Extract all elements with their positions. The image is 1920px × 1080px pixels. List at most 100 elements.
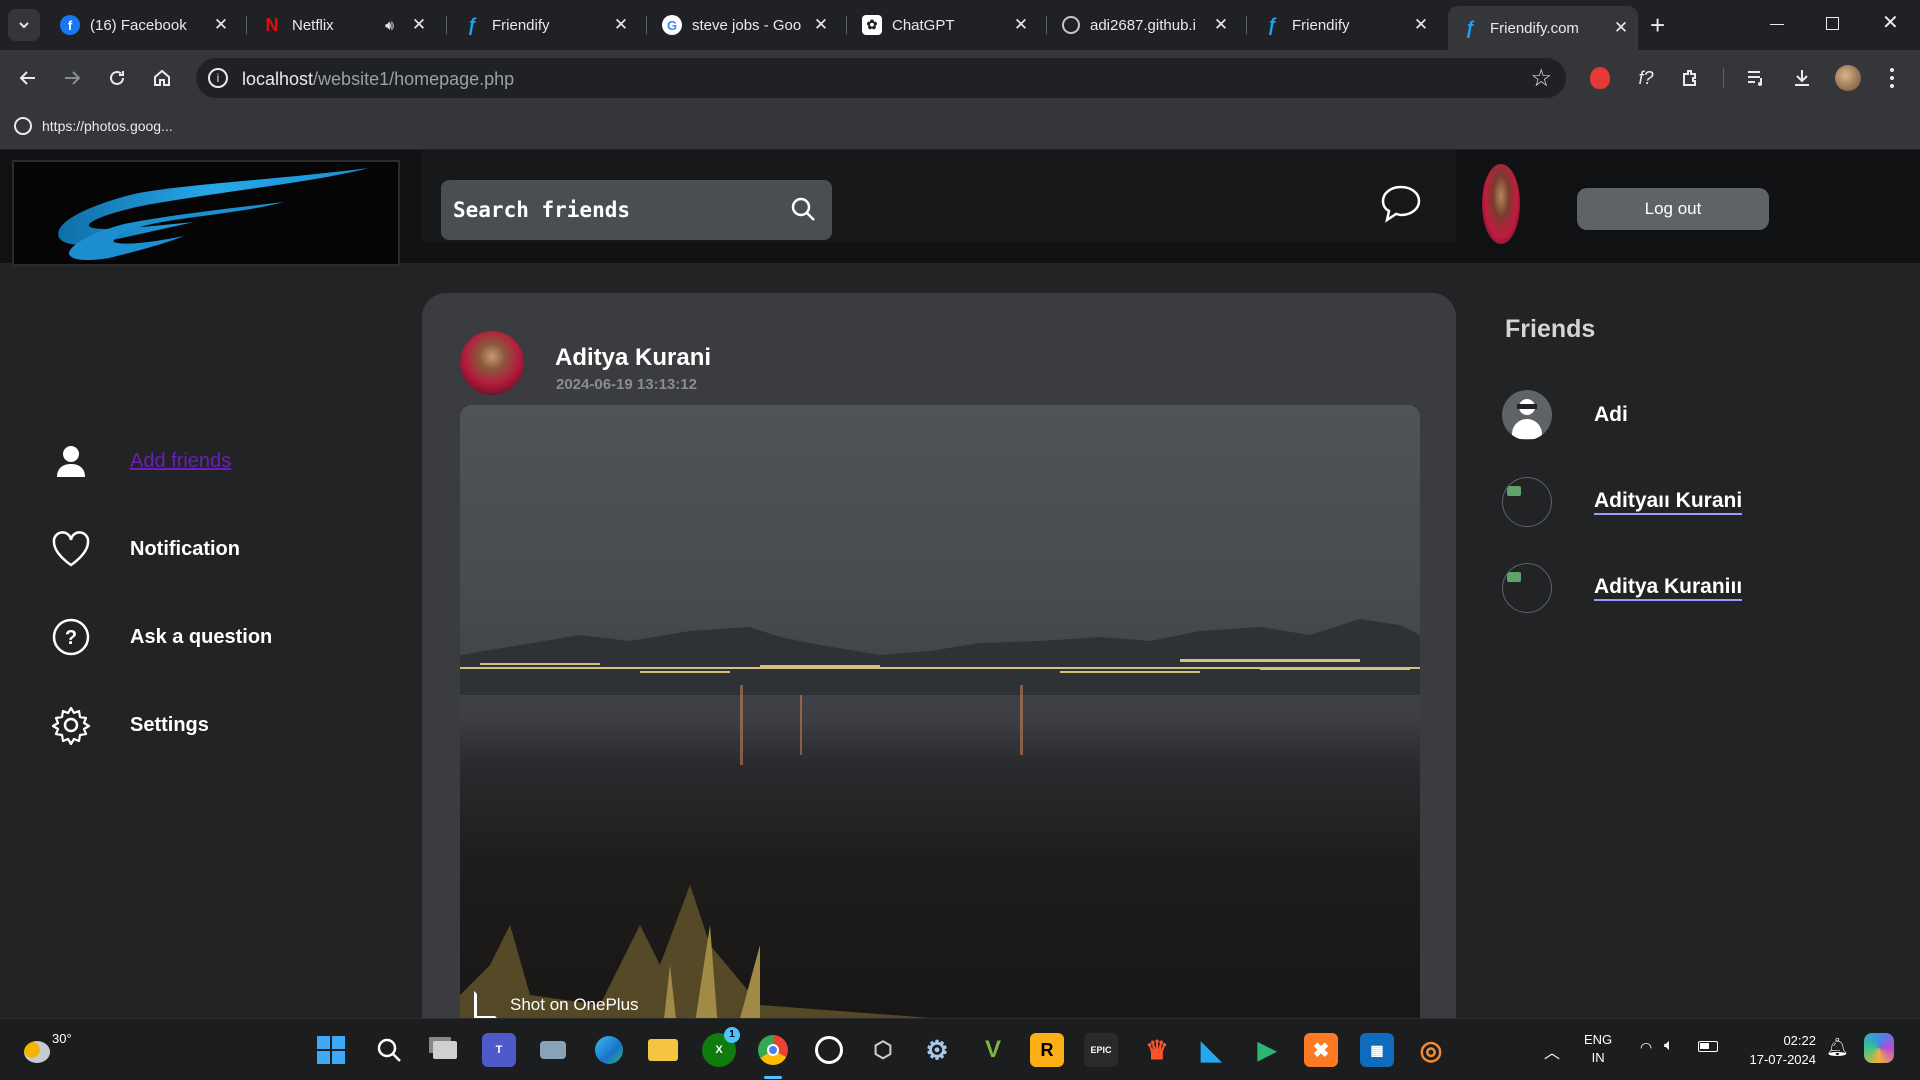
close-tab-icon[interactable]: ✕: [210, 15, 232, 35]
clock[interactable]: 02:22 17-07-2024: [1736, 1031, 1817, 1069]
forward-button[interactable]: [56, 62, 88, 94]
language-indicator[interactable]: ENG IN: [1584, 1031, 1612, 1067]
browser-tab-strip: f (16) Facebook ✕ N Netflix 🔊︎ ✕ ƒ Frien…: [0, 0, 1920, 50]
close-tab-icon[interactable]: ✕: [1210, 15, 1232, 35]
logout-button[interactable]: Log out: [1577, 188, 1769, 230]
person-icon: [50, 440, 92, 482]
sidebar-item-add-friends[interactable]: Add friends: [50, 440, 231, 482]
xbox-icon[interactable]: X 1: [702, 1027, 740, 1067]
tab-friendify[interactable]: ƒ Friendify ✕: [450, 8, 638, 42]
start-button[interactable]: [314, 1033, 348, 1067]
tab-friendify-active[interactable]: ƒ Friendify.com ✕: [1448, 6, 1638, 50]
friend-item-aditya-kurani-ii[interactable]: Aditya Kuraniıı: [1502, 563, 1743, 613]
sidebar-item-settings[interactable]: Settings: [50, 704, 209, 746]
page-content: Search friends Log out Add friends Notif…: [0, 150, 1920, 1018]
minimize-button[interactable]: [1770, 12, 1786, 32]
battery-icon[interactable]: [1698, 1041, 1718, 1052]
speaker-icon[interactable]: 🔊︎: [385, 17, 394, 34]
new-tab-button[interactable]: +: [1650, 10, 1665, 41]
tab-google[interactable]: G steve jobs - Goo ✕: [650, 8, 838, 42]
extensions-puzzle-icon[interactable]: [1674, 62, 1706, 94]
camera-icon[interactable]: [536, 1033, 570, 1067]
oneplus-logo-icon: [474, 991, 498, 1018]
tab-github[interactable]: adi2687.github.i ✕: [1050, 8, 1238, 42]
friend-name[interactable]: Aditya Kuraniıı: [1594, 575, 1743, 601]
friendify-logo[interactable]: [12, 160, 400, 266]
media-control-icon[interactable]: [1740, 62, 1772, 94]
extension-function-icon[interactable]: f?: [1630, 62, 1662, 94]
gear-icon: [50, 704, 92, 746]
friend-item-aditya-ii-kurani[interactable]: Adityaıı Kurani: [1502, 477, 1743, 527]
xbox-badge: 1: [724, 1027, 740, 1043]
teams-icon[interactable]: T: [482, 1033, 516, 1067]
sidebar-item-notification[interactable]: Notification: [50, 528, 240, 570]
url-text: localhost/website1/homepage.php: [242, 69, 515, 89]
edge-icon[interactable]: [592, 1033, 626, 1067]
friend-name[interactable]: Adityaıı Kurani: [1594, 489, 1743, 515]
wifi-icon[interactable]: ◠: [1640, 1039, 1652, 1056]
chrome-icon[interactable]: [756, 1033, 790, 1067]
tab-chatgpt[interactable]: ✿ ChatGPT ✕: [850, 8, 1038, 42]
windows-taskbar: 30° T X 1 ⬡ ⚙ V R EPIC ♛ ◣ ▶ ✖ ▦ ◎ ︿ ENG…: [0, 1018, 1920, 1080]
file-explorer-icon[interactable]: [646, 1033, 680, 1067]
close-tab-icon[interactable]: ✕: [408, 15, 430, 35]
unity-icon[interactable]: ⬡: [866, 1033, 900, 1067]
download-icon[interactable]: [1786, 62, 1818, 94]
settings-gear-icon[interactable]: ⚙: [920, 1033, 954, 1067]
bookmark-photos[interactable]: https://photos.goog...: [14, 117, 173, 135]
tab-friendify-2[interactable]: ƒ Friendify ✕: [1250, 8, 1438, 42]
site-info-icon[interactable]: i: [208, 68, 228, 88]
friend-name[interactable]: Adi: [1594, 403, 1628, 427]
post-author-avatar[interactable]: [460, 331, 524, 395]
brave-icon[interactable]: ♛: [1140, 1033, 1174, 1067]
sync-icon[interactable]: ◎: [1414, 1033, 1448, 1067]
calendar-icon[interactable]: ▦: [1360, 1033, 1394, 1067]
epic-games-icon[interactable]: EPIC: [1084, 1033, 1118, 1067]
friend-avatar: [1502, 390, 1552, 440]
browser-menu-icon[interactable]: [1876, 62, 1908, 94]
tab-facebook[interactable]: f (16) Facebook ✕: [48, 8, 238, 42]
chat-bubble-icon[interactable]: [1380, 184, 1422, 224]
vscode-icon[interactable]: ◣: [1194, 1033, 1228, 1067]
tab-netflix[interactable]: N Netflix 🔊︎ ✕: [250, 8, 436, 42]
profile-avatar[interactable]: [1832, 62, 1864, 94]
close-tab-icon[interactable]: ✕: [1010, 15, 1032, 35]
restore-button[interactable]: [1826, 17, 1839, 30]
heart-icon: [50, 528, 92, 570]
post-timestamp: 2024-06-19 13:13:12: [556, 376, 697, 393]
close-tab-icon[interactable]: ✕: [1610, 18, 1632, 38]
task-view-icon[interactable]: [428, 1033, 462, 1067]
bookmark-star-icon[interactable]: ☆: [1530, 64, 1552, 93]
play-games-icon[interactable]: ▶: [1250, 1033, 1284, 1067]
copilot-icon[interactable]: [1864, 1033, 1894, 1063]
friend-item-adi[interactable]: Adi: [1502, 390, 1628, 440]
search-friends-input[interactable]: Search friends: [441, 180, 832, 240]
whatsapp-icon[interactable]: [812, 1033, 846, 1067]
reload-button[interactable]: [101, 62, 133, 94]
close-window-button[interactable]: ✕: [1882, 10, 1899, 35]
notification-bell-icon[interactable]: 🔔︎: [1826, 1037, 1849, 1058]
close-tab-icon[interactable]: ✕: [810, 15, 832, 35]
weather-widget[interactable]: 30°: [24, 1031, 72, 1063]
close-tab-icon[interactable]: ✕: [610, 15, 632, 35]
vectorworks-icon[interactable]: V: [976, 1033, 1010, 1067]
globe-icon: [14, 117, 32, 135]
close-tab-icon[interactable]: ✕: [1410, 15, 1432, 35]
back-button[interactable]: [12, 62, 44, 94]
xampp-icon[interactable]: ✖: [1304, 1033, 1338, 1067]
sidebar-item-ask-question[interactable]: ? Ask a question: [50, 616, 272, 658]
extension-adblock-icon[interactable]: [1584, 62, 1616, 94]
post-author-name[interactable]: Aditya Kurani: [555, 344, 711, 372]
address-bar[interactable]: i localhost/website1/homepage.php ☆: [196, 58, 1566, 98]
home-button[interactable]: [146, 62, 178, 94]
chevron-up-icon[interactable]: ︿: [1544, 1039, 1560, 1063]
volume-icon[interactable]: 🔈︎: [1664, 1037, 1674, 1055]
add-friends-link[interactable]: Add friends: [130, 450, 231, 473]
search-icon[interactable]: [372, 1033, 406, 1067]
rockstar-icon[interactable]: R: [1030, 1033, 1064, 1067]
user-avatar[interactable]: [1482, 164, 1520, 244]
post-photo[interactable]: Shot on OnePlus: [460, 405, 1420, 1018]
search-icon[interactable]: [790, 196, 816, 222]
night-lake-image: [460, 619, 1420, 1018]
tab-search-button[interactable]: [8, 9, 40, 41]
